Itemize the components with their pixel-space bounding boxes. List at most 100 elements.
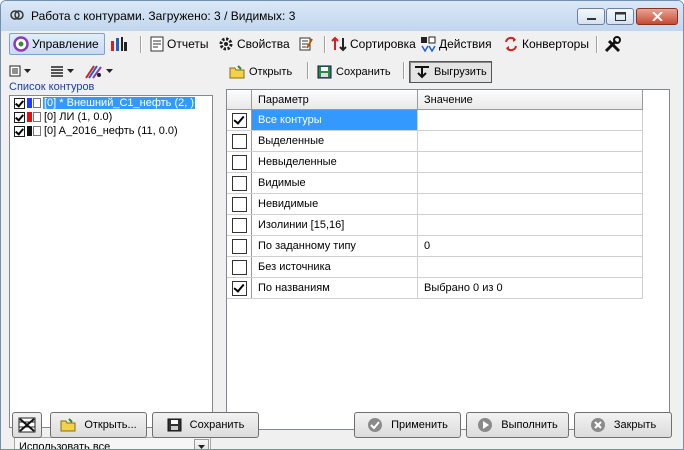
parameter-name[interactable]: Видимые: [251, 172, 418, 194]
parameter-check-cell[interactable]: [227, 172, 252, 194]
parameter-value[interactable]: [417, 109, 643, 131]
parameter-name[interactable]: По заданному типу: [251, 235, 418, 257]
toolbar-actions-button[interactable]: Действия: [417, 33, 497, 55]
parameter-name[interactable]: Все контуры: [251, 109, 418, 131]
close-button[interactable]: Закрыть: [574, 412, 672, 438]
parameter-name[interactable]: Выделенные: [251, 130, 418, 152]
contour-visible-checkbox[interactable]: [14, 111, 25, 123]
toolbar-reports-button[interactable]: Отчеты: [147, 33, 212, 55]
bottom-open-label: Открыть...: [84, 419, 137, 431]
apply-button[interactable]: Применить: [354, 412, 461, 438]
contours-toolbar: [9, 60, 118, 82]
list-view-dropdown[interactable]: [9, 61, 31, 81]
save-icon: [317, 65, 332, 79]
contours-list[interactable]: [0] * Внешний_С1_нефть (2, ) [0] ЛИ (1, 0…: [9, 95, 213, 428]
toolbar-actions-label: Действия: [439, 37, 492, 51]
parameter-value[interactable]: [417, 256, 643, 278]
grid-header-row: Параметр Значение: [227, 90, 643, 110]
filter-export-button[interactable]: Выгрузить: [409, 61, 492, 83]
gear-icon: [219, 37, 233, 51]
contour-fill-swatch: [33, 126, 41, 136]
parameter-name[interactable]: Изолинии [15,16]: [251, 214, 418, 236]
parameter-row[interactable]: Выделенные: [227, 130, 643, 152]
grid-header-value[interactable]: Значение: [417, 90, 643, 110]
bottom-bar: Открыть... Сохранить Применить Выполнить…: [1, 409, 683, 449]
parameter-check-cell[interactable]: [227, 277, 252, 299]
parameter-value[interactable]: [417, 130, 643, 152]
parameter-value[interactable]: [417, 151, 643, 173]
layers-dropdown[interactable]: [50, 61, 74, 81]
parameter-checkbox[interactable]: [231, 259, 247, 275]
contour-visible-checkbox[interactable]: [14, 125, 25, 137]
chevron-down-icon: [67, 69, 74, 73]
parameter-name[interactable]: Невидимые: [251, 193, 418, 215]
parameter-value[interactable]: 0: [417, 235, 643, 257]
parameter-check-cell[interactable]: [227, 235, 252, 257]
tools-icon: [604, 35, 621, 52]
parameter-checkbox[interactable]: [231, 112, 247, 128]
close-label: Закрыть: [613, 419, 657, 431]
color-dropdown[interactable]: [85, 61, 113, 81]
parameter-row[interactable]: По заданному типу 0: [227, 235, 643, 257]
clear-button[interactable]: [12, 412, 42, 438]
toolbar-converters-button[interactable]: Конверторы: [500, 33, 592, 55]
bottom-open-button[interactable]: Открыть...: [50, 412, 147, 438]
title-bar[interactable]: Работа с контурами. Загружено: 3 / Видим…: [1, 1, 683, 31]
parameter-checkbox[interactable]: [231, 238, 247, 254]
open-folder-icon: [229, 65, 245, 79]
parameter-value[interactable]: Выбрано 0 из 0: [417, 277, 643, 299]
parameter-row[interactable]: Невидимые: [227, 193, 643, 215]
filter-open-button[interactable]: Открыть: [225, 61, 296, 83]
parameter-row[interactable]: Без источника: [227, 256, 643, 278]
parameter-value[interactable]: [417, 193, 643, 215]
parameter-checkbox[interactable]: [231, 280, 247, 296]
run-button[interactable]: Выполнить: [466, 412, 569, 438]
parameter-checkbox[interactable]: [231, 133, 247, 149]
toolbar-sort-button[interactable]: Сортировка: [328, 33, 416, 55]
parameter-value[interactable]: [417, 214, 643, 236]
palette-icon: [85, 64, 102, 79]
parameter-check-cell[interactable]: [227, 151, 252, 173]
parameter-row[interactable]: Изолинии [15,16]: [227, 214, 643, 236]
toolbar-properties-label: Свойства: [237, 37, 290, 51]
parameter-row[interactable]: Видимые: [227, 172, 643, 194]
close-icon: [652, 12, 663, 21]
grid-header-param[interactable]: Параметр: [251, 90, 418, 110]
toolbar-edit-button[interactable]: [296, 33, 320, 55]
parameter-check-cell[interactable]: [227, 130, 252, 152]
contour-list-item[interactable]: [0] A_2016_нефть (11, 0.0): [10, 124, 212, 138]
parameter-checkbox[interactable]: [231, 196, 247, 212]
parameter-name[interactable]: Без источника: [251, 256, 418, 278]
parameter-check-cell[interactable]: [227, 214, 252, 236]
parameter-name[interactable]: Невыделенные: [251, 151, 418, 173]
parameter-checkbox[interactable]: [231, 175, 247, 191]
bottom-save-button[interactable]: Сохранить: [152, 412, 259, 438]
parameter-check-cell[interactable]: [227, 256, 252, 278]
parameter-check-cell[interactable]: [227, 109, 252, 131]
parameter-row[interactable]: Все контуры: [227, 109, 643, 131]
contour-list-item[interactable]: [0] ЛИ (1, 0.0): [10, 110, 212, 124]
parameter-checkbox[interactable]: [231, 217, 247, 233]
window-title: Работа с контурами. Загружено: 3 / Видим…: [31, 9, 296, 23]
contour-visible-checkbox[interactable]: [14, 97, 25, 109]
filter-panel: Открыть Сохранить Выгрузить Параметр Зна…: [218, 57, 681, 430]
close-window-button[interactable]: [636, 8, 678, 25]
parameter-check-cell[interactable]: [227, 193, 252, 215]
toolbar-chart-button[interactable]: [107, 33, 131, 55]
minimize-button[interactable]: [577, 8, 605, 25]
maximize-button[interactable]: [606, 8, 634, 25]
contour-list-item[interactable]: [0] * Внешний_С1_нефть (2, ): [10, 96, 212, 110]
bottom-save-label: Сохранить: [189, 419, 245, 431]
parameter-row[interactable]: Невыделенные: [227, 151, 643, 173]
filter-save-button[interactable]: Сохранить: [313, 61, 395, 83]
parameter-row[interactable]: По названиям Выбрано 0 из 0: [227, 277, 643, 299]
toolbar-properties-button[interactable]: Свойства: [215, 33, 291, 55]
parameter-value[interactable]: [417, 172, 643, 194]
parameter-name[interactable]: По названиям: [251, 277, 418, 299]
toolbar-tools-button[interactable]: [601, 33, 625, 55]
parameter-checkbox[interactable]: [231, 154, 247, 170]
toolbar-control-button[interactable]: Управление: [9, 33, 105, 55]
filter-toolbar-separator: [307, 62, 308, 79]
check-circle-icon: [368, 418, 383, 432]
sort-icon: [331, 36, 347, 52]
